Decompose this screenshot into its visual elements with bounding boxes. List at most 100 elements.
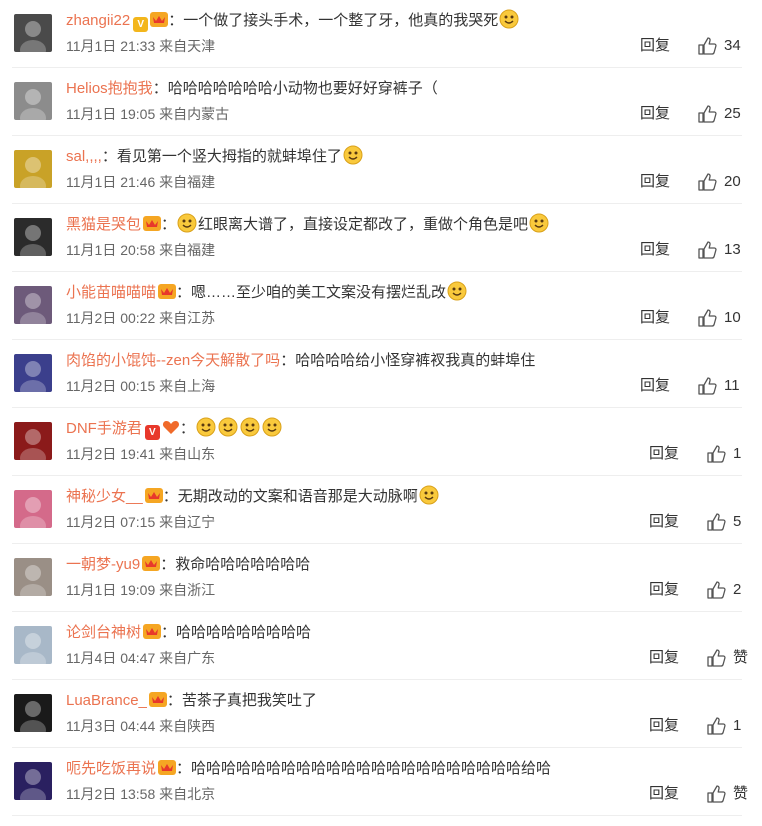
username-link[interactable]: DNF手游君 — [66, 420, 142, 437]
comment-date: 11月1日 21:46 — [66, 174, 156, 190]
like-count[interactable]: 5 — [733, 512, 741, 532]
username-link[interactable]: Helios抱抱我 — [66, 80, 153, 97]
comment-location: 来自内蒙古 — [159, 106, 230, 122]
thumbs-up-icon[interactable] — [698, 309, 717, 327]
colon-separator: ： — [179, 420, 195, 437]
comment-text: 无期改动的文案和语音那是大动脉啊 — [177, 488, 418, 505]
thumbs-up-icon[interactable] — [707, 649, 726, 667]
comment-row: 神秘少女__ ：无期改动的文案和语音那是大动脉啊 11月2日 07:15 来自辽宁 回… — [12, 476, 742, 544]
comment-list: zhangii22 V ：一个做了接头手术，一个整了牙，他真的我哭死 11月1日 21… — [0, 0, 762, 816]
username-link[interactable]: 一朝梦-yu9 — [66, 556, 140, 573]
comment-location: 来自天津 — [159, 38, 216, 54]
like-count[interactable]: 13 — [724, 240, 741, 260]
emoji-icon — [447, 281, 467, 301]
reply-button[interactable]: 回复 — [640, 172, 670, 192]
thumbs-up-icon[interactable] — [698, 377, 717, 395]
reply-button[interactable]: 回复 — [640, 104, 670, 124]
comment-meta: 11月1日 19:09 来自浙江 — [66, 580, 215, 600]
thumbs-up-icon[interactable] — [707, 513, 726, 531]
reply-button[interactable]: 回复 — [649, 784, 679, 804]
comment-line: 一朝梦-yu9 ：救命哈哈哈哈哈哈哈 — [66, 553, 310, 577]
user-avatar[interactable] — [14, 82, 52, 120]
reply-button[interactable]: 回复 — [640, 308, 670, 328]
comment-line: Helios抱抱我：哈哈哈哈哈哈哈小动物也要好好穿裤子（ — [66, 77, 438, 101]
comment-text: 救命哈哈哈哈哈哈哈 — [175, 556, 311, 573]
like-count[interactable]: 10 — [724, 308, 741, 328]
username-link[interactable]: 呃先吃饭再说 — [66, 760, 156, 777]
comment-line: 黑猫是哭包 ： 红眼离大谱了，直接设定都改了，重做个角色是吧 — [66, 213, 550, 237]
username-link[interactable]: 黑猫是哭包 — [66, 216, 141, 233]
like-count[interactable]: 1 — [733, 716, 741, 736]
thumbs-up-icon[interactable] — [698, 37, 717, 55]
user-avatar[interactable] — [14, 490, 52, 528]
username-link[interactable]: 肉馅的小馄饨--zen今天解散了吗 — [66, 352, 280, 369]
reply-button[interactable]: 回复 — [649, 648, 679, 668]
reply-button[interactable]: 回复 — [649, 716, 679, 736]
reply-button[interactable]: 回复 — [649, 512, 679, 532]
like-count[interactable]: 25 — [724, 104, 741, 124]
comment-location: 来自陕西 — [159, 718, 216, 734]
username-link[interactable]: 论剑台神树 — [66, 624, 141, 641]
user-avatar[interactable] — [14, 354, 52, 392]
comment-row: 肉馅的小馄饨--zen今天解散了吗：哈哈哈哈给小怪穿裤衩我真的蚌埠住 11月2日 … — [12, 340, 742, 408]
comment-text: 看见第一个竖大拇指的就蚌埠住了 — [116, 148, 342, 165]
user-avatar[interactable] — [14, 286, 52, 324]
user-avatar[interactable] — [14, 218, 52, 256]
colon-separator: ： — [168, 12, 184, 29]
comment-meta: 11月2日 07:15 来自辽宁 — [66, 512, 215, 532]
comment-row: zhangii22 V ：一个做了接头手术，一个整了牙，他真的我哭死 11月1日 21… — [12, 0, 742, 68]
username-link[interactable]: 小能苗喵喵喵 — [66, 284, 156, 301]
user-avatar[interactable] — [14, 626, 52, 664]
like-count[interactable]: 20 — [724, 172, 741, 192]
user-avatar[interactable] — [14, 150, 52, 188]
username-link[interactable]: LuaBrance_ — [66, 692, 147, 709]
thumbs-up-icon[interactable] — [698, 173, 717, 191]
comment-location: 来自广东 — [159, 650, 216, 666]
reply-button[interactable]: 回复 — [640, 36, 670, 56]
comment-meta: 11月4日 04:47 来自广东 — [66, 648, 215, 668]
reply-button[interactable]: 回复 — [640, 376, 670, 396]
vip-badge-icon — [158, 283, 177, 299]
thumbs-up-icon[interactable] — [707, 581, 726, 599]
comment-meta: 11月1日 19:05 来自内蒙古 — [66, 104, 229, 124]
user-avatar[interactable] — [14, 762, 52, 800]
user-avatar[interactable] — [14, 694, 52, 732]
like-count[interactable]: 34 — [724, 36, 741, 56]
comment-row: Helios抱抱我：哈哈哈哈哈哈哈小动物也要好好穿裤子（ 11月1日 19:05 … — [12, 68, 742, 136]
comment-location: 来自辽宁 — [159, 514, 216, 530]
like-count[interactable]: 1 — [733, 444, 741, 464]
comment-location: 来自福建 — [159, 174, 216, 190]
comment-meta: 11月1日 21:46 来自福建 — [66, 172, 215, 192]
thumbs-up-icon[interactable] — [698, 241, 717, 259]
thumbs-up-icon[interactable] — [707, 445, 726, 463]
username-link[interactable]: sal,,,, — [66, 148, 102, 165]
user-avatar[interactable] — [14, 422, 52, 460]
like-count[interactable]: 2 — [733, 580, 741, 600]
comment-location: 来自福建 — [159, 242, 216, 258]
comment-location: 来自江苏 — [159, 310, 216, 326]
comment-meta: 11月2日 13:58 来自北京 — [66, 784, 215, 804]
colon-separator: ： — [101, 148, 117, 165]
comment-text: 哈哈哈哈哈哈哈哈哈 — [176, 624, 312, 641]
comment-row: 小能苗喵喵喵 ：嗯……至少咱的美工文案没有摆烂乱改 11月2日 00:22 来自江苏… — [12, 272, 742, 340]
reply-button[interactable]: 回复 — [649, 580, 679, 600]
comment-date: 11月2日 00:22 — [66, 310, 156, 326]
like-count[interactable]: 赞 — [733, 784, 748, 804]
like-count[interactable]: 赞 — [733, 648, 748, 668]
reply-button[interactable]: 回复 — [640, 240, 670, 260]
user-avatar[interactable] — [14, 558, 52, 596]
thumbs-up-icon[interactable] — [707, 785, 726, 803]
like-count[interactable]: 11 — [724, 376, 740, 396]
username-link[interactable]: 神秘少女__ — [66, 488, 143, 505]
comment-meta: 11月2日 19:41 来自山东 — [66, 444, 215, 464]
colon-separator: ： — [160, 556, 176, 573]
reply-button[interactable]: 回复 — [649, 444, 679, 464]
comment-date: 11月2日 00:15 — [66, 378, 156, 394]
thumbs-up-icon[interactable] — [698, 105, 717, 123]
thumbs-up-icon[interactable] — [707, 717, 726, 735]
comment-date: 11月2日 07:15 — [66, 514, 156, 530]
comment-line: 论剑台神树 ：哈哈哈哈哈哈哈哈哈 — [66, 621, 311, 645]
user-avatar[interactable] — [14, 14, 52, 52]
emoji-icon — [177, 213, 197, 233]
username-link[interactable]: zhangii22 — [66, 12, 130, 29]
